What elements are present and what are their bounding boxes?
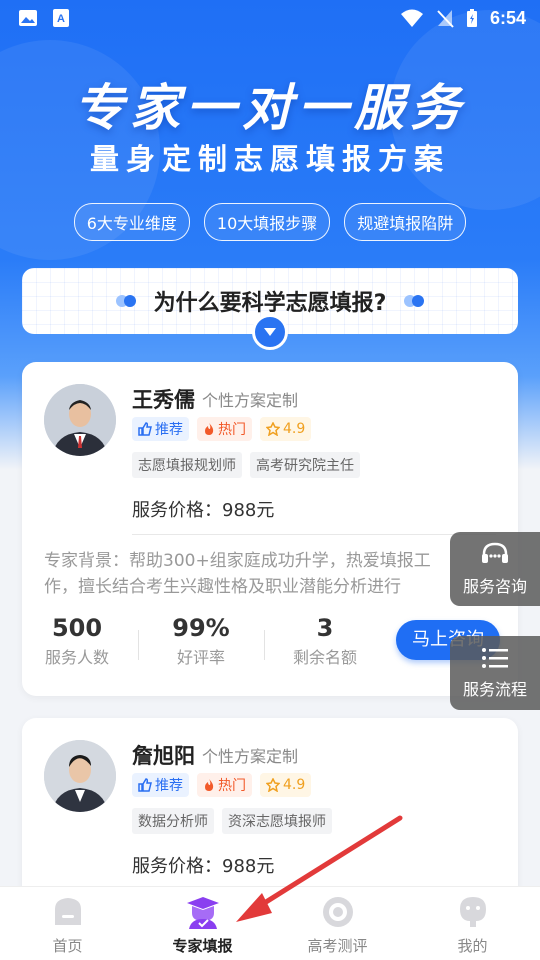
stat-value: 500 [51,614,103,642]
recommend-label: 推荐 [155,778,183,794]
expert-bio: 专家背景：帮助300+组家庭成功升学，热爱填报工作，擅长结合考生兴趣性格及职业潜… [44,551,431,597]
tab-profile[interactable]: 我的 [405,887,540,960]
expert-roles: 数据分析师 资深志愿填报师 [132,808,332,834]
headset-icon [482,542,508,563]
service-consult-button[interactable]: 服务咨询 [450,532,540,606]
why-title: 为什么要科学志愿填报? [153,291,387,316]
expert-badges: 推荐 热门 4.9 [132,773,312,797]
stat-value: 99% [172,614,230,642]
stat-rating: 99% 好评率 [146,614,256,668]
recommend-label: 推荐 [155,422,183,438]
profile-icon [459,897,486,927]
no-signal-icon [437,10,454,28]
divider [132,534,496,535]
rating-badge: 4.9 [260,773,312,797]
hero-title: 专家一对一服务 [74,79,466,137]
stat-divider [264,630,265,660]
wifi-icon [400,9,423,27]
star-icon [266,422,280,436]
service-process-label: 服务流程 [462,680,527,699]
target-icon [322,897,353,927]
svg-text:A: A [57,13,65,25]
role-tag: 资深志愿填报师 [222,808,332,834]
hero-subtitle: 量身定制志愿填报方案 [89,142,450,176]
home-icon [54,898,81,925]
service-price: 服务价格：988元 [132,856,275,877]
expert-roles: 志愿填报规划师 高考研究院主任 [132,452,360,478]
expert-subtitle: 个性方案定制 [202,747,299,766]
tab-assessment[interactable]: 高考测评 [270,887,405,960]
stat-remaining: 3 剩余名额 [270,614,380,668]
service-consult-label: 服务咨询 [462,577,527,596]
battery-icon [466,9,477,27]
expert-name: 王秀儒 [132,388,195,412]
stat-value: 3 [316,614,334,642]
expert-badges: 推荐 热门 4.9 [132,417,312,441]
list-icon [482,648,508,668]
stat-label: 剩余名额 [292,648,357,667]
expert-name: 詹旭阳 [132,744,195,768]
hot-label: 热门 [218,778,246,794]
rating-value: 4.9 [283,421,306,437]
flame-icon [205,423,214,435]
tab-label: 我的 [457,937,488,955]
role-tag: 高考研究院主任 [250,452,360,478]
avatar [44,740,116,812]
feature-tag: 规避填报陷阱 [344,203,467,241]
role-tag: 志愿填报规划师 [132,452,242,478]
tab-home[interactable]: 首页 [0,887,135,960]
decorative-dots [115,295,136,307]
app-notification-icon: A [53,9,69,27]
hot-badge: 热门 [197,417,252,441]
tab-label: 高考测评 [307,937,368,955]
status-bar: A 6:54 [0,0,540,36]
flame-icon [205,779,214,791]
hot-badge: 热门 [197,773,252,797]
thumbs-up-icon [138,422,152,436]
decorative-dots [404,295,425,307]
stat-divider [138,630,139,660]
star-icon [266,778,280,792]
tab-label: 首页 [52,937,83,955]
expand-down-icon[interactable] [252,314,288,350]
feature-tag: 10大填报步骤 [203,203,331,241]
service-process-button[interactable]: 服务流程 [450,636,540,710]
expert-card[interactable]: 王秀儒 个性方案定制 推荐 热门 4.9 志愿填报规划师 高考研究院主任 服务价… [22,362,518,696]
recommend-badge: 推荐 [132,773,189,797]
hot-label: 热门 [218,422,246,438]
thumbs-up-icon [138,778,152,792]
stat-served: 500 服务人数 [22,614,132,668]
rating-badge: 4.9 [260,417,312,441]
bottom-tab-bar: 首页 专家填报 高考测评 我的 [0,886,540,960]
role-tag: 数据分析师 [132,808,214,834]
feature-tags: 6大专业维度 10大填报步骤 规避填报陷阱 [0,203,540,241]
expert-subtitle: 个性方案定制 [202,391,299,410]
recommend-badge: 推荐 [132,417,189,441]
tab-expert-fill[interactable]: 专家填报 [135,887,270,960]
feature-tag: 6大专业维度 [73,203,190,241]
avatar [44,384,116,456]
rating-value: 4.9 [283,777,306,793]
stat-label: 好评率 [176,648,225,667]
gallery-notification-icon [19,10,37,26]
service-price: 服务价格：988元 [132,500,275,521]
tab-label: 专家填报 [172,937,233,955]
clock: 6:54 [489,7,526,28]
graduate-icon [186,897,219,929]
stat-label: 服务人数 [44,648,109,667]
